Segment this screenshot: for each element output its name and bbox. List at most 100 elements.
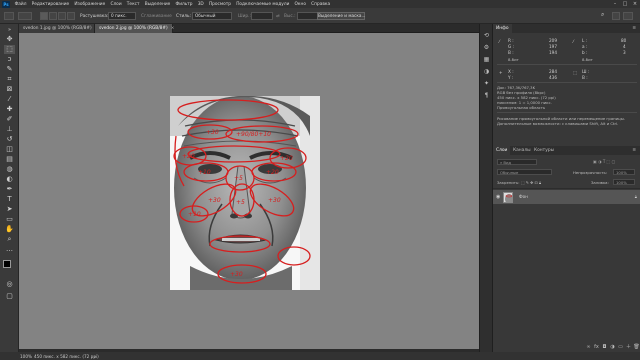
swap-icon[interactable]: ⇄ [276,14,280,19]
new-group-icon[interactable]: ▭ [617,344,624,350]
healing-brush-tool-icon[interactable]: ✚ [4,105,15,114]
minimize-icon[interactable]: – [610,0,620,8]
collapse-toolbar-icon[interactable]: » [4,26,15,35]
menu-edit[interactable]: Редактирование [29,2,72,7]
b-label: B : [508,50,514,55]
width-input[interactable] [251,12,273,20]
foreground-color-swatch[interactable] [3,260,11,268]
fill-input[interactable]: 100% [613,179,635,185]
document-image[interactable]: +30 +90/80+10 +20 +20 +10 +20 +5 +30 +30… [170,96,320,290]
close-icon[interactable]: × [630,0,640,8]
clone-stamp-tool-icon[interactable]: ⊥ [4,125,15,134]
home-icon[interactable] [4,12,14,20]
hand-tool-icon[interactable]: ✋ [4,225,15,234]
lasso-tool-icon[interactable]: ↄ [4,55,15,64]
menu-help[interactable]: Справка [309,2,333,7]
blend-mode-select[interactable]: Обычные [497,169,552,175]
menu-plugins[interactable]: Подключаемые модули [234,2,292,7]
document-tabs: svedon 1.jpg @ 100% (RGB/8#)× svedon 2.j… [19,24,479,33]
move-tool-icon[interactable]: ✥ [4,35,15,44]
menu-filter[interactable]: Фильтр [173,2,195,7]
history-brush-tool-icon[interactable]: ↺ [4,135,15,144]
menu-file[interactable]: Файл [12,2,29,7]
menu-text[interactable]: Текст [124,2,142,7]
layers-panel-header: Слои Каналы Контуры ≡ [493,146,640,155]
lock-icon[interactable]: 🔒︎ [635,194,637,199]
dodge-tool-icon[interactable]: ◐ [4,175,15,184]
style-select[interactable]: Обычный [192,12,232,20]
add-selection-icon[interactable] [49,12,57,20]
menu-window[interactable]: Окно [292,2,309,7]
canvas-area[interactable]: +30 +90/80+10 +20 +20 +10 +20 +5 +30 +30… [19,33,479,349]
rectangle-tool-icon[interactable]: ▭ [4,215,15,224]
quick-mask-icon[interactable]: ◎ [4,280,15,289]
screen-mode-icon[interactable]: ▢ [4,292,15,301]
tab-svedon-2[interactable]: svedon 2.jpg @ 100% (RGB/8#) × [95,24,175,33]
tab-info[interactable]: Инфо [493,24,512,33]
pen-tool-icon[interactable]: ✒ [4,185,15,194]
new-layer-icon[interactable]: ＋ [625,344,632,350]
styles-icon[interactable]: ✦ [482,80,491,88]
window-controls: – □ × [610,0,640,8]
frame-tool-icon[interactable]: ⊠ [4,85,15,94]
add-mask-icon[interactable]: ◘ [601,344,608,350]
layer-name[interactable]: Фон [519,194,528,199]
properties-icon[interactable]: ⚙ [482,44,491,52]
adjustment-layer-icon[interactable]: ◑ [609,344,616,350]
selection-size-icon: ⬚ [573,70,577,75]
opacity-input[interactable]: 100% [613,169,635,175]
subtract-selection-icon[interactable] [58,12,66,20]
new-selection-icon[interactable] [40,12,48,20]
path-selection-tool-icon[interactable]: ➤ [4,205,15,214]
lock-icons[interactable]: ⬚ ✎ ✥ ⊡ 🔒︎ [521,180,541,185]
rectangular-marquee-tool-icon[interactable]: ⬚ [4,45,15,54]
quick-selection-tool-icon[interactable]: ✎ [4,65,15,74]
select-and-mask-button[interactable]: Выделение и маска... [317,12,365,20]
workspace-icon[interactable] [612,12,620,20]
brush-tool-icon[interactable]: ✐ [4,115,15,124]
close-tab-icon[interactable]: × [171,26,175,31]
right-panels: Инфо ≡ ⁄ R : 209 G : 197 B : 194 ⁄ L : 8… [492,24,640,352]
swatches-icon[interactable]: ▦ [482,56,491,64]
eraser-tool-icon[interactable]: ◫ [4,145,15,154]
menu-view[interactable]: Просмотр [206,2,233,7]
paragraph-icon[interactable]: ¶ [482,92,491,100]
type-tool-icon[interactable]: T [4,195,15,204]
status-arrow-icon[interactable]: › [94,354,96,359]
panel-menu-icon[interactable]: ≡ [629,24,639,33]
height-input[interactable] [297,12,319,20]
layer-filter-input[interactable]: ⌕ Вид [497,159,537,165]
marquee-preset-icon[interactable] [18,12,32,20]
tool-name-line: Прямоугольная область [497,105,546,110]
antialias-checkbox[interactable]: Сглаживание [141,14,172,19]
maximize-icon[interactable]: □ [620,0,630,8]
eyedropper-tool-icon[interactable]: ⁄ [4,95,15,104]
gradient-tool-icon[interactable]: ▤ [4,155,15,164]
zoom-tool-icon[interactable]: ⌕ [4,235,15,244]
layer-style-icon[interactable]: fx [593,344,600,350]
tab-layers[interactable]: Слои [493,146,511,155]
menu-select[interactable]: Выделение [142,2,173,7]
crop-tool-icon[interactable]: ⌗ [4,75,15,84]
layer-row-background[interactable]: ◉ Фон 🔒︎ [493,190,640,204]
history-icon[interactable]: ⟲ [482,32,491,40]
panel-menu-icon[interactable]: ≡ [629,146,639,155]
eye-icon[interactable]: ◉ [496,194,500,200]
share-icon[interactable] [623,12,633,20]
more-tools-icon[interactable]: … [4,245,15,254]
menu-image[interactable]: Изображение [72,2,108,7]
search-icon[interactable]: ⌕ [601,11,604,19]
menu-3d[interactable]: 3D [195,2,206,7]
delete-layer-icon[interactable]: 🗑︎ [633,344,640,350]
blur-tool-icon[interactable]: ◍ [4,165,15,174]
feather-input[interactable]: 0 пикс. [108,12,136,20]
filter-type-icons[interactable]: ▣ ◑ T ⬚ ▢ [593,159,615,164]
tab-svedon-1[interactable]: svedon 1.jpg @ 100% (RGB/8#)× [19,24,98,33]
b-value: 194 [549,50,557,55]
tab-paths[interactable]: Контуры [531,146,557,155]
menu-layers[interactable]: Слои [108,2,124,7]
intersect-selection-icon[interactable] [67,12,75,20]
adjustments-icon[interactable]: ◑ [482,68,491,76]
zoom-level[interactable]: 100% [20,354,32,359]
link-layers-icon[interactable]: ∞ [585,344,592,350]
